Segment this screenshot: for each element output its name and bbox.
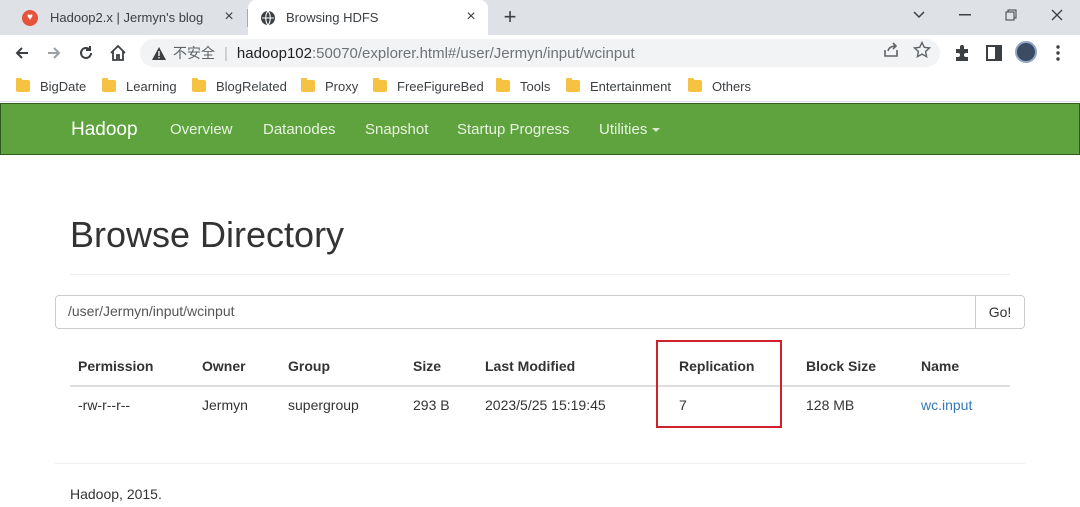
column-header-permission[interactable]: Permission [78, 358, 153, 374]
bookmarks-bar: BigDate Learning BlogRelated Proxy FreeF… [0, 70, 1080, 102]
nav-startup-progress[interactable]: Startup Progress [457, 121, 570, 138]
folder-icon [496, 78, 510, 92]
bookmark-folder[interactable]: BlogRelated [192, 77, 287, 95]
side-panel-icon[interactable] [984, 43, 1004, 63]
address-bar[interactable]: 不安全 | hadoop102:50070/explorer.html#/use… [140, 39, 940, 67]
file-link[interactable]: wc.input [921, 397, 972, 413]
cell-group: supergroup [288, 397, 359, 413]
footer-divider [55, 463, 1025, 464]
footer-text: Hadoop, 2015. [70, 486, 162, 502]
bookmark-folder[interactable]: Proxy [301, 77, 358, 95]
profile-avatar[interactable] [1015, 41, 1037, 63]
column-header-name[interactable]: Name [921, 358, 959, 374]
directory-path-input[interactable]: /user/Jermyn/input/wcinput [55, 295, 976, 329]
folder-icon [192, 78, 206, 92]
minimize-icon[interactable] [942, 0, 988, 30]
column-header-last-modified[interactable]: Last Modified [485, 358, 575, 374]
navbar-brand[interactable]: Hadoop [71, 119, 138, 141]
bookmark-label: BlogRelated [216, 78, 287, 94]
folder-icon [373, 78, 387, 92]
nav-utilities-label: Utilities [599, 121, 648, 138]
column-header-block-size[interactable]: Block Size [806, 358, 876, 374]
back-icon[interactable] [8, 39, 36, 67]
browser-toolbar: 不安全 | hadoop102:50070/explorer.html#/use… [0, 35, 1080, 70]
bookmark-label: Entertainment [590, 78, 671, 94]
nav-overview[interactable]: Overview [170, 121, 233, 138]
caret-down-icon [652, 128, 661, 133]
address-divider: | [224, 44, 228, 62]
home-icon[interactable] [104, 39, 132, 67]
cell-permission: -rw-r--r-- [78, 397, 131, 413]
bookmark-label: Learning [126, 78, 177, 94]
share-icon[interactable] [882, 41, 900, 59]
reload-icon[interactable] [72, 39, 100, 67]
globe-icon [261, 10, 275, 25]
nav-snapshot[interactable]: Snapshot [365, 121, 428, 138]
nav-datanodes[interactable]: Datanodes [263, 121, 336, 138]
tab-browsing-hdfs[interactable]: Browsing HDFS × [248, 0, 488, 35]
folder-icon [102, 78, 116, 92]
cell-last-modified: 2023/5/25 15:19:45 [485, 397, 606, 413]
go-button[interactable]: Go! [975, 295, 1025, 329]
cell-owner: Jermyn [202, 397, 248, 413]
extensions-icon[interactable] [952, 43, 972, 63]
forward-icon[interactable] [40, 39, 68, 67]
column-header-owner[interactable]: Owner [202, 358, 246, 374]
page-title: Browse Directory [70, 214, 345, 255]
bookmark-label: Proxy [325, 78, 359, 94]
bookmark-label: Tools [520, 78, 551, 94]
close-window-icon[interactable] [1034, 0, 1080, 30]
tab-title: Hadoop2.x | Jermyn's blog [50, 10, 204, 25]
bookmark-folder[interactable]: BigDate [16, 77, 86, 95]
column-header-group[interactable]: Group [288, 358, 330, 374]
bookmark-folder[interactable]: Learning [102, 77, 177, 95]
tab-search-chevron-icon[interactable] [896, 0, 942, 30]
url-host: hadoop102 [236, 44, 312, 62]
restore-icon[interactable] [988, 0, 1034, 30]
hadoop-navbar: Hadoop Overview Datanodes Snapshot Start… [0, 103, 1080, 155]
cell-block-size: 128 MB [806, 397, 855, 413]
url-path: :50070/explorer.html#/user/Jermyn/input/… [312, 44, 635, 62]
folder-icon [688, 78, 702, 92]
cell-name: wc.input [921, 397, 972, 413]
table-header-divider [70, 385, 1010, 387]
tab-hadoop-blog[interactable]: ♥ Hadoop2.x | Jermyn's blog × [8, 0, 246, 35]
new-tab-icon[interactable]: + [498, 6, 522, 30]
replication-highlight-box [656, 340, 782, 428]
column-header-size[interactable]: Size [413, 358, 441, 374]
insecure-label: 不安全 [173, 45, 215, 61]
folder-icon [566, 78, 580, 92]
menu-icon[interactable] [1048, 43, 1068, 63]
nav-utilities-dropdown[interactable]: Utilities [599, 121, 661, 138]
bookmark-label: Others [712, 78, 752, 94]
title-divider [70, 274, 1010, 275]
bookmark-folder[interactable]: Tools [496, 77, 550, 95]
heart-favicon-icon: ♥ [22, 9, 38, 26]
star-icon[interactable] [913, 41, 931, 59]
close-icon[interactable]: × [462, 8, 480, 26]
tab-title: Browsing HDFS [286, 10, 379, 25]
close-icon[interactable]: × [220, 8, 238, 26]
browser-tab-bar: ♥ Hadoop2.x | Jermyn's blog × Browsing H… [0, 0, 1080, 35]
folder-icon [16, 78, 30, 92]
bookmark-label: BigDate [40, 78, 87, 94]
folder-icon [301, 78, 315, 92]
cell-size: 293 B [413, 397, 450, 413]
bookmark-folder[interactable]: Others [688, 77, 751, 95]
bookmark-label: FreeFigureBed [397, 78, 484, 94]
bookmark-folder[interactable]: FreeFigureBed [373, 77, 484, 95]
warning-icon [152, 46, 166, 60]
bookmark-folder[interactable]: Entertainment [566, 77, 671, 95]
